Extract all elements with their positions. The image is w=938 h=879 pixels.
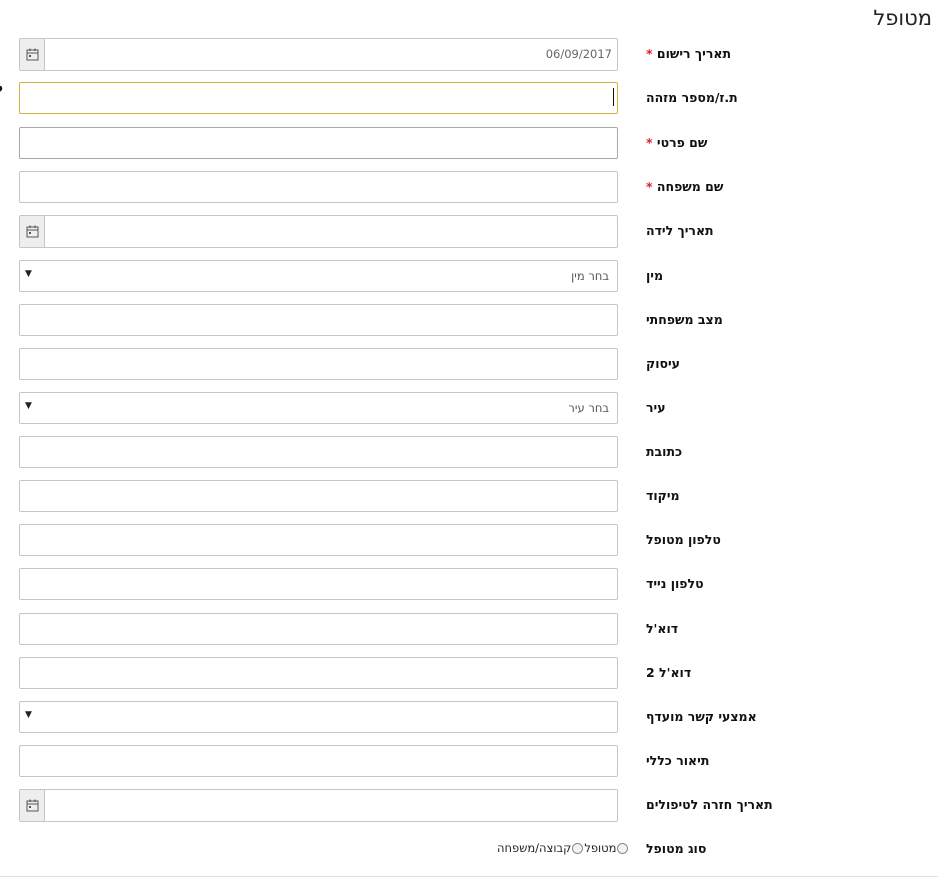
help-icon[interactable]: ? [0, 82, 3, 101]
row-mobile-phone: טלפון נייד [0, 568, 938, 600]
general-description-input[interactable] [19, 745, 618, 777]
occupation-label: עיסוק [646, 356, 680, 371]
general-description-label: תיאור כללי [646, 753, 710, 768]
id-number-label: ת.ז/מספר מזהה [646, 90, 738, 105]
address-label: כתובת [646, 444, 683, 459]
bottom-divider [0, 876, 938, 877]
gender-label: מין [646, 268, 664, 283]
registration-date-input[interactable]: 06/09/2017 [19, 38, 618, 71]
row-registration-date: תאריך רישום * 06/09/2017 [0, 38, 938, 71]
radio-group-family-label: קבוצה/משפחה [497, 841, 572, 855]
row-id-number: ? ת.ז/מספר מזהה [0, 82, 938, 114]
text-caret [613, 88, 614, 106]
calendar-icon [26, 225, 38, 238]
email-input[interactable] [19, 613, 618, 645]
occupation-input[interactable] [19, 348, 618, 380]
calendar-button[interactable] [20, 790, 45, 821]
city-select[interactable]: ▼ בחר עיר [19, 392, 618, 424]
row-zip: מיקוד [0, 480, 938, 512]
city-selected-value: בחר עיר [568, 401, 609, 415]
last-name-input[interactable] [19, 171, 618, 203]
id-number-input[interactable] [19, 82, 618, 114]
caret-down-icon: ▼ [25, 710, 32, 720]
first-name-label: שם פרטי * [646, 135, 708, 150]
row-general-description: תיאור כללי [0, 745, 938, 777]
preferred-contact-label: אמצעי קשר מועדף [646, 709, 757, 724]
patient-phone-label: טלפון מטופל [646, 532, 721, 547]
row-marital-status: מצב משפחתי [0, 304, 938, 336]
page-title: מטופל [873, 6, 932, 30]
calendar-button[interactable] [20, 216, 45, 247]
preferred-contact-select[interactable]: ▼ [19, 701, 618, 733]
row-occupation: עיסוק [0, 348, 938, 380]
row-birth-date: תאריך לידה [0, 215, 938, 248]
marital-status-label: מצב משפחתי [646, 312, 723, 327]
row-patient-phone: טלפון מטופל [0, 524, 938, 556]
treatment-return-date-input[interactable] [19, 789, 618, 822]
email-label: דוא'ל [646, 621, 679, 636]
mobile-phone-input[interactable] [19, 568, 618, 600]
row-preferred-contact: אמצעי קשר מועדף ▼ [0, 701, 938, 733]
caret-down-icon: ▼ [25, 269, 32, 279]
first-name-input[interactable] [19, 127, 618, 159]
last-name-label: שם משפחה * [646, 179, 724, 194]
row-email: דוא'ל [0, 613, 938, 645]
zip-input[interactable] [19, 480, 618, 512]
caret-down-icon: ▼ [25, 401, 32, 411]
row-city: עיר ▼ בחר עיר [0, 392, 938, 424]
row-address: כתובת [0, 436, 938, 468]
birth-date-input[interactable] [19, 215, 618, 248]
patient-phone-input[interactable] [19, 524, 618, 556]
birth-date-label: תאריך לידה [646, 223, 714, 238]
radio-patient[interactable] [617, 842, 629, 854]
required-mark: * [646, 135, 653, 150]
calendar-icon [26, 48, 38, 61]
row-gender: מין ▼ בחר מין [0, 260, 938, 292]
email2-input[interactable] [19, 657, 618, 689]
radio-patient-label: מטופל [584, 841, 617, 855]
marital-status-input[interactable] [19, 304, 618, 336]
email2-label: דוא'ל 2 [646, 665, 692, 680]
registration-date-value: 06/09/2017 [545, 47, 612, 61]
radio-group-family[interactable] [572, 842, 584, 854]
gender-select[interactable]: ▼ בחר מין [19, 260, 618, 292]
zip-label: מיקוד [646, 488, 680, 503]
required-mark: * [646, 179, 653, 194]
treatment-return-date-label: תאריך חזרה לטיפולים [646, 797, 773, 812]
required-mark: * [646, 46, 653, 61]
mobile-phone-label: טלפון נייד [646, 576, 704, 591]
gender-selected-value: בחר מין [571, 269, 609, 283]
calendar-icon [26, 799, 38, 812]
address-input[interactable] [19, 436, 618, 468]
patient-type-radio-group: מטופל קבוצה/משפחה [497, 841, 629, 855]
calendar-button[interactable] [20, 39, 45, 70]
row-last-name: שם משפחה * [0, 171, 938, 203]
registration-date-label: תאריך רישום * [646, 46, 732, 61]
patient-type-label: סוג מטופל [646, 841, 707, 856]
row-first-name: שם פרטי * [0, 127, 938, 159]
row-treatment-return-date: תאריך חזרה לטיפולים [0, 789, 938, 822]
city-label: עיר [646, 400, 666, 415]
row-patient-type: סוג מטופל [0, 833, 938, 865]
row-email2: דוא'ל 2 [0, 657, 938, 689]
